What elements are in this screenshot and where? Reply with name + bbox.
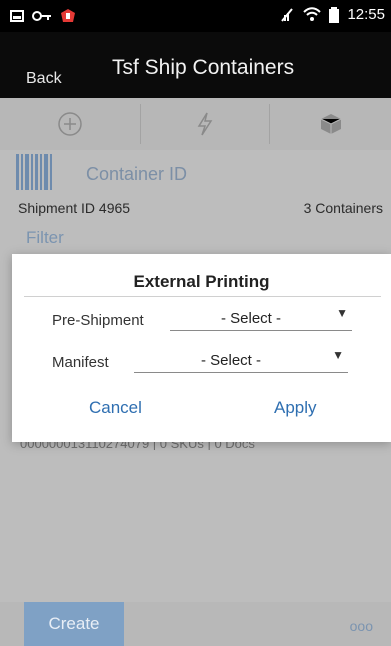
container-count: 3 Containers <box>303 200 383 216</box>
container-id-scan-row[interactable]: Container ID <box>0 150 391 194</box>
pre-shipment-value: - Select - <box>220 310 281 327</box>
manifest-select[interactable]: - Select - ▼ <box>134 348 348 373</box>
shield-badge-icon <box>61 9 75 22</box>
page-title: Tsf Ship Containers <box>112 56 295 79</box>
apply-button[interactable]: Apply <box>274 398 317 418</box>
filter-bar[interactable]: Filter <box>0 222 391 252</box>
shipment-summary: Shipment ID 4965 3 Containers <box>0 194 391 222</box>
add-button[interactable] <box>0 98 140 150</box>
container-button[interactable] <box>270 98 391 150</box>
lightning-icon <box>197 112 213 136</box>
action-toolbar <box>0 98 391 150</box>
plus-circle-icon <box>58 112 82 136</box>
status-right: 12:55 <box>279 6 385 23</box>
app-bar: Back Tsf Ship Containers <box>0 32 391 98</box>
status-time: 12:55 <box>347 6 385 23</box>
filter-link[interactable]: Filter <box>26 228 64 248</box>
manifest-label: Manifest <box>52 354 109 371</box>
more-menu-button[interactable]: ooo <box>350 618 373 634</box>
manifest-value: - Select - <box>200 352 261 369</box>
shipment-id: Shipment ID 4965 <box>18 200 131 216</box>
key-icon <box>32 11 51 21</box>
no-signal-icon <box>281 7 294 22</box>
battery-icon <box>329 6 340 23</box>
create-button[interactable]: Create <box>24 602 124 646</box>
back-button[interactable]: Back <box>26 70 62 88</box>
dropdown-caret-icon: ▼ <box>336 306 348 320</box>
quick-action-button[interactable] <box>141 98 269 150</box>
cancel-button[interactable]: Cancel <box>89 398 142 418</box>
bottom-bar: Create ooo <box>0 602 391 646</box>
container-id-input[interactable]: Container ID <box>86 164 187 185</box>
wifi-icon <box>303 6 322 21</box>
cube-icon <box>320 114 341 134</box>
status-left-icons <box>10 8 76 24</box>
dialog-title: External Printing <box>133 272 270 291</box>
dialog-divider <box>24 296 381 297</box>
external-printing-dialog: External Printing Pre-Shipment - Select … <box>12 254 391 442</box>
image-icon <box>10 10 24 22</box>
pre-shipment-select[interactable]: - Select - ▼ <box>170 306 352 331</box>
pre-shipment-label: Pre-Shipment <box>52 312 144 329</box>
dropdown-caret-icon: ▼ <box>332 348 344 362</box>
status-bar: 12:55 <box>0 0 391 32</box>
barcode-icon <box>16 154 52 190</box>
